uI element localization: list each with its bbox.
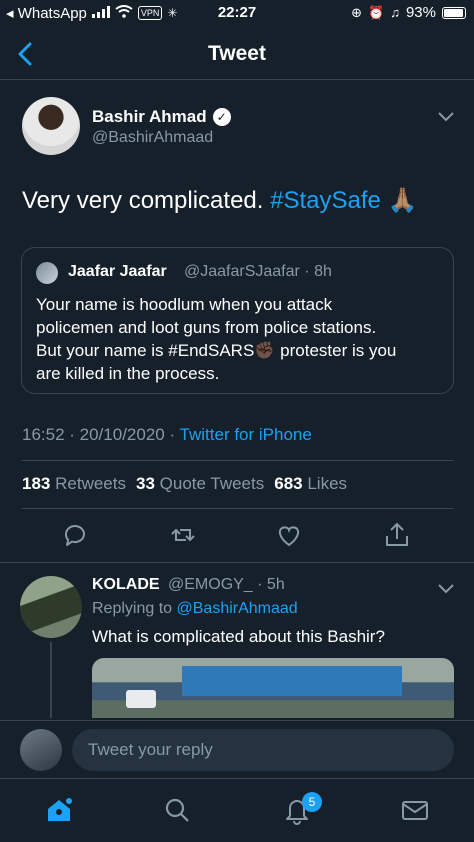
page-title: Tweet (208, 42, 266, 65)
home-icon[interactable] (44, 795, 74, 825)
divider (22, 508, 454, 509)
battery-percent: 93% (405, 4, 436, 21)
chevron-down-icon[interactable] (438, 581, 454, 594)
media-banner-shape (182, 666, 402, 696)
hashtag-link[interactable]: #StaySafe (270, 187, 381, 214)
retweets-stat[interactable]: 183 Retweets (22, 474, 126, 494)
like-icon[interactable] (274, 520, 304, 550)
tweet-source-link[interactable]: Twitter for iPhone (180, 425, 312, 444)
author-name-row[interactable]: Bashir Ahmad ✓ (92, 107, 231, 127)
verified-badge-icon: ✓ (212, 108, 231, 126)
author-name[interactable]: Bashir Ahmad (92, 107, 207, 127)
engagement-counts: 183 Retweets 33 Quote Tweets 683 Likes (22, 474, 347, 494)
alarm-icon: ⏰ (368, 4, 385, 20)
reply-avatar[interactable] (20, 576, 82, 638)
thread-line (50, 642, 52, 718)
quoted-tweet[interactable]: Jaafar Jaafar @JaafarSJaafar · 8h Your n… (21, 247, 454, 394)
search-icon[interactable] (162, 795, 192, 825)
messages-mail-icon[interactable] (400, 795, 430, 825)
status-bar: ◂ WhatsApp VPN ✳ 22:27 ⊕ ⏰ ♫ 93% (0, 0, 474, 26)
reply-tweet[interactable]: KOLADE @EMOGY_ · 5h Replying to @BashirA… (0, 576, 474, 718)
reply-text: What is complicated about this Bashir? (92, 627, 385, 646)
tweet-actions (0, 520, 474, 550)
reply-media-image[interactable] (92, 658, 454, 718)
likes-count: 683 (274, 474, 303, 493)
likes-stat[interactable]: 683 Likes (274, 474, 347, 494)
retweets-count: 183 (22, 474, 51, 493)
notifications-badge: 5 (302, 792, 322, 812)
quote-tweets-count: 33 (135, 474, 155, 493)
reply-icon[interactable] (60, 520, 90, 550)
tweet-body: Very very complicated. (22, 187, 271, 214)
retweet-icon[interactable] (168, 520, 198, 550)
quote-tweets-stat[interactable]: 33 Quote Tweets (136, 474, 264, 494)
reply-author-handle: @EMOGY_ · 5h (168, 576, 285, 593)
replying-to: Replying to @BashirAhmaad (92, 600, 298, 618)
reply-author-name[interactable]: KOLADE (92, 576, 160, 594)
tweet-timestamp: 16:52 · 20/10/2020 · (22, 425, 180, 444)
divider (0, 562, 474, 563)
divider (22, 460, 454, 461)
retweets-label: Retweets (55, 474, 126, 493)
reply-input[interactable] (72, 729, 454, 771)
replying-mention-link[interactable]: @BashirAhmaad (177, 600, 298, 617)
quoted-avatar (36, 262, 58, 284)
battery-icon (442, 6, 466, 19)
tweet-text: Very very complicated. #StaySafe 🙏🏽 (22, 186, 417, 216)
share-icon[interactable] (382, 520, 412, 550)
tab-bar: 5 (0, 778, 474, 842)
rotation-lock-icon: ⊕ (351, 4, 363, 20)
navigation-header: Tweet (0, 30, 474, 80)
replying-prefix: Replying to (92, 600, 177, 617)
reply-composer (0, 720, 474, 778)
tweet-meta: 16:52 · 20/10/2020 · Twitter for iPhone (22, 425, 312, 445)
quoted-tweet-text: Your name is hoodlum when you attack pol… (36, 295, 397, 383)
user-avatar[interactable] (20, 729, 62, 771)
quoted-author-handle: @JaafarSJaafar · 8h (184, 263, 332, 280)
quoted-author-name: Jaafar Jaafar (68, 263, 167, 280)
headphones-icon: ♫ (390, 5, 400, 20)
author-handle[interactable]: @BashirAhmaad (92, 129, 213, 147)
likes-label: Likes (307, 474, 348, 493)
chevron-down-icon[interactable] (438, 109, 454, 122)
quote-tweets-label: Quote Tweets (159, 474, 265, 493)
avatar[interactable] (22, 97, 80, 155)
media-car-shape (126, 690, 156, 708)
praying-hands-emoji: 🙏🏽 (387, 187, 418, 214)
tweet-author: Bashir Ahmad ✓ @BashirAhmaad (22, 97, 454, 159)
